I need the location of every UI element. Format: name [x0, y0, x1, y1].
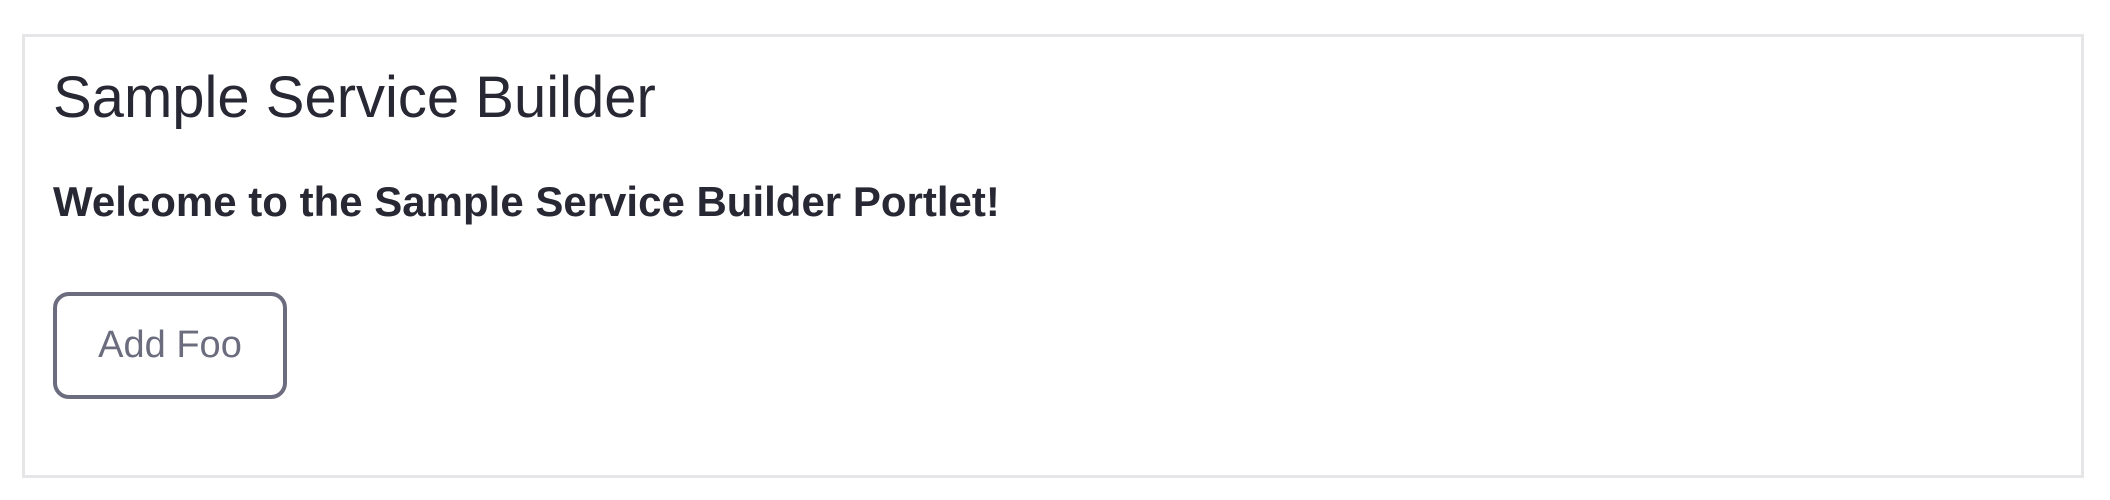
portlet-panel: Sample Service Builder Welcome to the Sa…	[22, 34, 2084, 478]
welcome-message: Welcome to the Sample Service Builder Po…	[53, 178, 1000, 225]
add-foo-button[interactable]: Add Foo	[53, 292, 287, 399]
portlet-title: Sample Service Builder	[53, 65, 656, 130]
